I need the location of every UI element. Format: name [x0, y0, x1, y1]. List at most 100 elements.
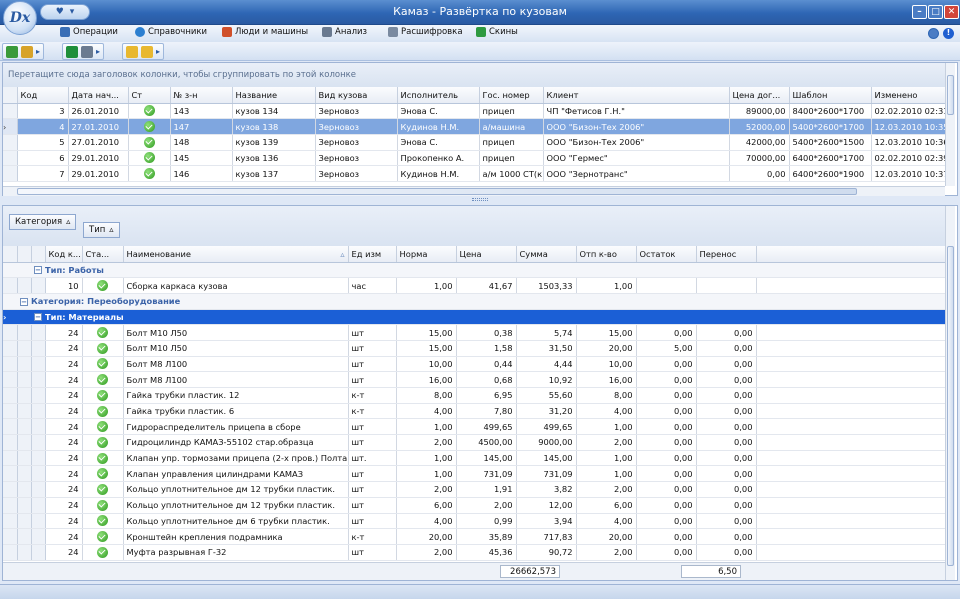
column-header[interactable]: Отп к-во: [576, 246, 637, 263]
row-indicator[interactable]: [3, 324, 18, 341]
cell-transfer[interactable]: [696, 277, 757, 294]
cell-price[interactable]: 499,65: [456, 418, 517, 436]
cell-unit[interactable]: шт: [348, 434, 397, 451]
row-indicator[interactable]: [3, 150, 18, 167]
cell-date[interactable]: 26.01.2010: [68, 103, 129, 120]
cell-transfer[interactable]: 0,00: [696, 434, 757, 451]
cell-price[interactable]: 42000,00: [729, 134, 790, 151]
cell-status[interactable]: [82, 371, 124, 388]
row-indicator[interactable]: [3, 450, 18, 467]
cell-shablon[interactable]: 5400*2600*1500: [789, 134, 872, 151]
cell-kod[interactable]: 24: [45, 528, 83, 545]
cell-status[interactable]: [82, 497, 124, 514]
column-header[interactable]: Дата нач...: [68, 87, 129, 104]
column-header[interactable]: Ста...: [82, 246, 124, 263]
cell-name[interactable]: Болт М8 Л100: [123, 356, 349, 373]
cell-status[interactable]: [82, 465, 124, 483]
cell-sum[interactable]: 145,00: [516, 450, 577, 467]
folder-icon[interactable]: [126, 45, 138, 58]
cell-price[interactable]: 1,58: [456, 340, 517, 357]
cell-issued[interactable]: 20,00: [576, 340, 637, 357]
cell-transfer[interactable]: 0,00: [696, 497, 757, 514]
cell-name[interactable]: Болт М10 Л50: [123, 324, 349, 341]
cell-remainder[interactable]: 0,00: [636, 528, 697, 545]
cell-sum[interactable]: 90,72: [516, 544, 577, 561]
cell-norma[interactable]: 20,00: [396, 528, 457, 545]
cell-norma[interactable]: 4,00: [396, 513, 457, 530]
row-indicator[interactable]: [3, 134, 18, 151]
row-indicator[interactable]: [3, 371, 18, 388]
cell-remainder[interactable]: 0,00: [636, 497, 697, 514]
column-header[interactable]: Гос. номер: [479, 87, 544, 104]
table-row[interactable]: 24 Болт М10 Л50 шт 15,00 0,38 5,74 15,00 0,00 0,…: [3, 324, 945, 341]
table-row[interactable]: 24 Гайка трубки пластик. 12 к-т 8,00 6,95 55,…: [3, 387, 945, 404]
cell-changed[interactable]: 12.03.2010 10:35:2: [871, 118, 945, 135]
cell-name[interactable]: кузов 138: [232, 118, 316, 135]
row-indicator[interactable]: [3, 262, 17, 279]
column-header[interactable]: Шаблон: [789, 87, 872, 104]
row-indicator[interactable]: [3, 465, 18, 483]
cell-zn[interactable]: 146: [170, 165, 233, 182]
cell-unit[interactable]: шт: [348, 513, 397, 530]
cell-status[interactable]: [128, 103, 171, 120]
scroll-thumb[interactable]: [947, 246, 954, 566]
cell-sum[interactable]: 3,94: [516, 513, 577, 530]
collapse-icon[interactable]: −: [20, 297, 28, 306]
cell-client[interactable]: ООО "Бизон-Тех 2006": [543, 134, 730, 151]
cell-issued[interactable]: 4,00: [576, 513, 637, 530]
cell-issued[interactable]: 1,00: [576, 450, 637, 467]
cell-name[interactable]: Болт М8 Л100: [123, 371, 349, 388]
cell-transfer[interactable]: 0,00: [696, 544, 757, 561]
cell-unit[interactable]: шт: [348, 465, 397, 483]
cell-transfer[interactable]: 0,00: [696, 513, 757, 530]
cell-issued[interactable]: 2,00: [576, 481, 637, 498]
cell-norma[interactable]: 16,00: [396, 371, 457, 388]
cell-kod[interactable]: 24: [45, 403, 83, 420]
cell-price[interactable]: 4500,00: [456, 434, 517, 451]
top-vertical-scrollbar[interactable]: [945, 63, 955, 186]
cell-kod[interactable]: 7: [17, 165, 69, 182]
cell-unit[interactable]: шт: [348, 356, 397, 373]
cell-kod[interactable]: 3: [17, 103, 69, 120]
cell-kod[interactable]: 24: [45, 340, 83, 357]
cell-vid[interactable]: Зерновоз: [315, 118, 398, 135]
row-indicator[interactable]: [3, 418, 18, 436]
collapse-icon[interactable]: −: [34, 266, 42, 275]
cell-zn[interactable]: 143: [170, 103, 233, 120]
row-indicator[interactable]: [3, 293, 17, 310]
close-button[interactable]: ✕: [944, 5, 959, 19]
table-row[interactable]: 24 Гидроцилиндр КАМАЗ-55102 стар.образца ш…: [3, 434, 945, 451]
cell-status[interactable]: [82, 450, 124, 467]
cell-remainder[interactable]: 0,00: [636, 465, 697, 483]
cell-norma[interactable]: 2,00: [396, 544, 457, 561]
cell-kod[interactable]: 5: [17, 134, 69, 151]
cell-price[interactable]: 70000,00: [729, 150, 790, 167]
cell-issued[interactable]: 1,00: [576, 418, 637, 436]
column-header[interactable]: Остаток: [636, 246, 697, 263]
cell-sum[interactable]: 55,60: [516, 387, 577, 404]
cell-sum[interactable]: 3,82: [516, 481, 577, 498]
cell-issued[interactable]: 20,00: [576, 528, 637, 545]
cell-name[interactable]: Кольцо уплотнительное дм 12 трубки пласт…: [123, 497, 349, 514]
cell-shablon[interactable]: 8400*2600*1700: [789, 103, 872, 120]
cell-date[interactable]: 27.01.2010: [68, 118, 129, 135]
cell-issued[interactable]: 1,00: [576, 277, 637, 294]
cell-unit[interactable]: шт: [348, 544, 397, 561]
cell-price[interactable]: 52000,00: [729, 118, 790, 135]
cell-vid[interactable]: Зерновоз: [315, 165, 398, 182]
cell-sum[interactable]: 12,00: [516, 497, 577, 514]
cell-remainder[interactable]: 0,00: [636, 387, 697, 404]
row-indicator[interactable]: [3, 277, 18, 294]
cell-unit[interactable]: шт: [348, 371, 397, 388]
row-indicator[interactable]: [3, 387, 18, 404]
cell-name[interactable]: Гидроцилиндр КАМАЗ-55102 стар.образца: [123, 434, 349, 451]
cell-date[interactable]: 27.01.2010: [68, 134, 129, 151]
cell-issued[interactable]: 2,00: [576, 434, 637, 451]
cell-status[interactable]: [128, 134, 171, 151]
table-row[interactable]: 24 Кольцо уплотнительное дм 12 трубки пла…: [3, 497, 945, 514]
cell-norma[interactable]: 2,00: [396, 434, 457, 451]
cell-name[interactable]: кузов 137: [232, 165, 316, 182]
group-caption[interactable]: − Категория: Переоборудование: [17, 293, 945, 310]
cell-status[interactable]: [82, 481, 124, 498]
table-row[interactable]: 24 Болт М8 Л100 шт 10,00 0,44 4,44 10,00 0,00 0,…: [3, 356, 945, 373]
